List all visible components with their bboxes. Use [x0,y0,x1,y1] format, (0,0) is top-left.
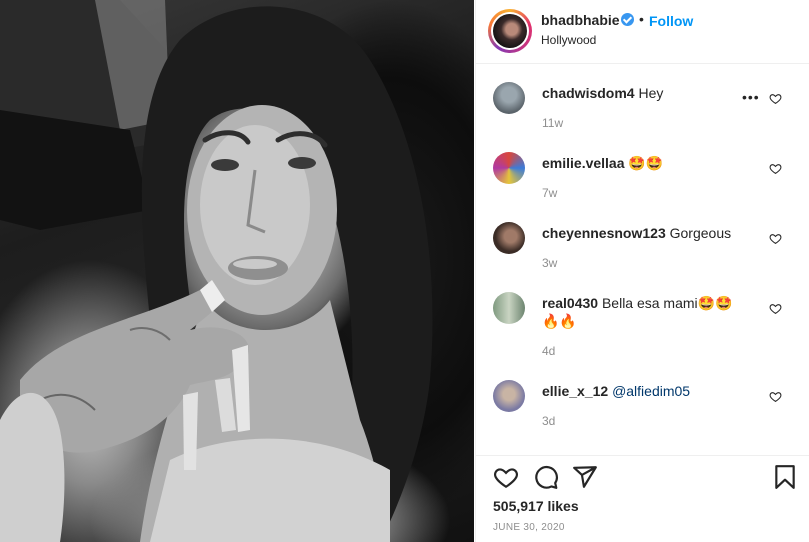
commenter-username[interactable]: ellie_x_12 [542,383,608,399]
comment-icon[interactable] [533,464,559,490]
bookmark-icon[interactable] [772,464,798,490]
comment-text: Hey [638,85,664,101]
commenter-avatar[interactable] [493,292,525,324]
heart-outline-icon[interactable] [769,302,782,315]
comment-time[interactable]: 11w [542,116,563,130]
comment-time[interactable]: 3w [542,256,557,270]
owner-username[interactable]: bhadbhabie [541,12,620,28]
comment-time[interactable]: 4d [542,344,555,358]
separator-dot: • [639,11,644,27]
commenter-avatar[interactable] [493,152,525,184]
commenter-username[interactable]: real0430 [542,295,598,311]
post-location[interactable]: Hollywood [541,33,596,47]
verified-badge-icon [621,13,634,26]
comments-list[interactable]: chadwisdom4 Hey ••• 11w emilie.vellaa 🤩🤩… [476,65,809,455]
comment-text: 🤩🤩 [628,155,664,171]
commenter-username[interactable]: cheyennesnow123 [542,225,666,241]
commenter-username[interactable]: chadwisdom4 [542,85,635,101]
commenter-avatar[interactable] [493,380,525,412]
comment-text: Gorgeous [669,225,732,241]
heart-outline-icon[interactable] [769,92,782,105]
heart-outline-icon[interactable] [769,232,782,245]
more-options-icon[interactable]: ••• [742,89,760,105]
owner-avatar[interactable] [488,9,532,53]
commenter-avatar[interactable] [493,222,525,254]
heart-icon[interactable] [493,464,519,490]
heart-outline-icon[interactable] [769,162,782,175]
follow-button[interactable]: Follow [649,13,693,29]
commenter-avatar[interactable] [493,82,525,114]
post-header: bhadbhabie • Follow Hollywood [476,0,809,64]
likes-count[interactable]: 505,917 likes [493,498,579,514]
post-date[interactable]: JUNE 30, 2020 [493,522,565,533]
comment-time[interactable]: 7w [542,186,557,200]
comment-body: chadwisdom4 Hey [542,84,762,102]
comment-body: emilie.vellaa 🤩🤩 [542,154,762,172]
heart-outline-icon[interactable] [769,390,782,403]
share-icon[interactable] [572,464,598,490]
post-actions: 505,917 likes JUNE 30, 2020 [476,455,809,542]
comment-mention-link[interactable]: @alfiedim05 [612,383,690,399]
photo-illustration [0,0,433,542]
comment-time[interactable]: 3d [542,414,555,428]
comment-body: ellie_x_12 @alfiedim05 [542,382,762,400]
comment-body: cheyennesnow123 Gorgeous [542,224,762,242]
comment-body: real0430 Bella esa mami🤩🤩🔥🔥 [542,294,737,330]
post-side-panel: bhadbhabie • Follow Hollywood chadwisdom… [475,0,809,542]
commenter-username[interactable]: emilie.vellaa [542,155,625,171]
post-photo[interactable] [0,0,474,542]
